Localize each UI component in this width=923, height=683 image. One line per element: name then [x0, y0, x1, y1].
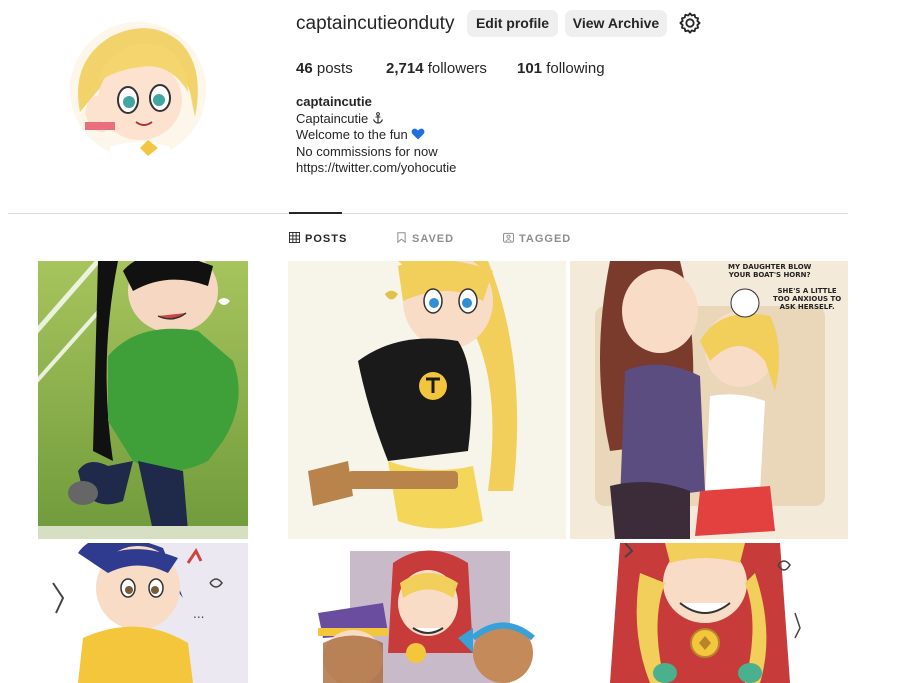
edit-profile-button[interactable]: Edit profile [467, 10, 558, 37]
followers-label: followers [427, 60, 487, 77]
grid-icon [289, 232, 300, 246]
following-label: following [546, 60, 605, 77]
blue-heart-icon [411, 127, 425, 142]
post-thumbnail[interactable] [288, 543, 566, 683]
tab-saved-label: SAVED [412, 233, 455, 245]
view-archive-button[interactable]: View Archive [565, 10, 667, 37]
bio-line-2: Welcome to the fun [296, 127, 456, 144]
profile-divider [8, 213, 848, 214]
comic-caption-2: SHE'S A LITTLE TOO ANXIOUS TO ASK HERSELF. [773, 287, 842, 311]
anchor-icon [372, 111, 384, 126]
tab-tagged-label: TAGGED [519, 233, 572, 245]
profile-bio: captaincutie Captaincutie Welcome to the… [296, 94, 456, 177]
profile-avatar[interactable] [70, 22, 206, 158]
bio-line-3: No commissions for now [296, 143, 438, 159]
posts-label: posts [316, 60, 353, 77]
followers-stat[interactable]: 2,714 followers [386, 60, 487, 77]
post-thumbnail[interactable]: MY DAUGHTER BLOW YOUR BOAT'S HORN? SHE'S … [570, 261, 848, 539]
tag-portrait-icon [503, 232, 514, 246]
posts-stat: 46 posts [296, 60, 353, 77]
tab-tagged[interactable]: TAGGED [503, 232, 571, 246]
comic-caption-1: MY DAUGHTER BLOW YOUR BOAT'S HORN? [728, 263, 812, 279]
post-thumbnail[interactable]: ... [38, 543, 248, 683]
post-thumbnail[interactable] [38, 261, 248, 539]
post-thumbnail[interactable] [288, 261, 566, 539]
posts-count: 46 [296, 60, 313, 77]
bookmark-icon [396, 232, 407, 246]
tab-posts[interactable]: POSTS [289, 232, 347, 246]
tab-saved[interactable]: SAVED [396, 232, 454, 246]
bio-line-1-text: Captaincutie [296, 110, 369, 126]
active-tab-indicator [289, 212, 342, 214]
profile-username: captaincutieonduty [296, 13, 455, 34]
following-stat[interactable]: 101 following [517, 60, 605, 77]
bio-name: captaincutie [296, 94, 372, 109]
bio-line-1: Captaincutie [296, 111, 456, 128]
tab-posts-label: POSTS [305, 233, 348, 245]
bio-link[interactable]: https://twitter.com/yohocutie [296, 160, 456, 177]
bio-line-2-text: Welcome to the fun [296, 127, 408, 142]
settings-gear-icon[interactable] [679, 12, 701, 34]
post-thumbnail[interactable] [570, 543, 848, 683]
svg-text:...: ... [193, 607, 204, 621]
followers-count: 2,714 [386, 60, 424, 77]
following-count: 101 [517, 60, 543, 77]
